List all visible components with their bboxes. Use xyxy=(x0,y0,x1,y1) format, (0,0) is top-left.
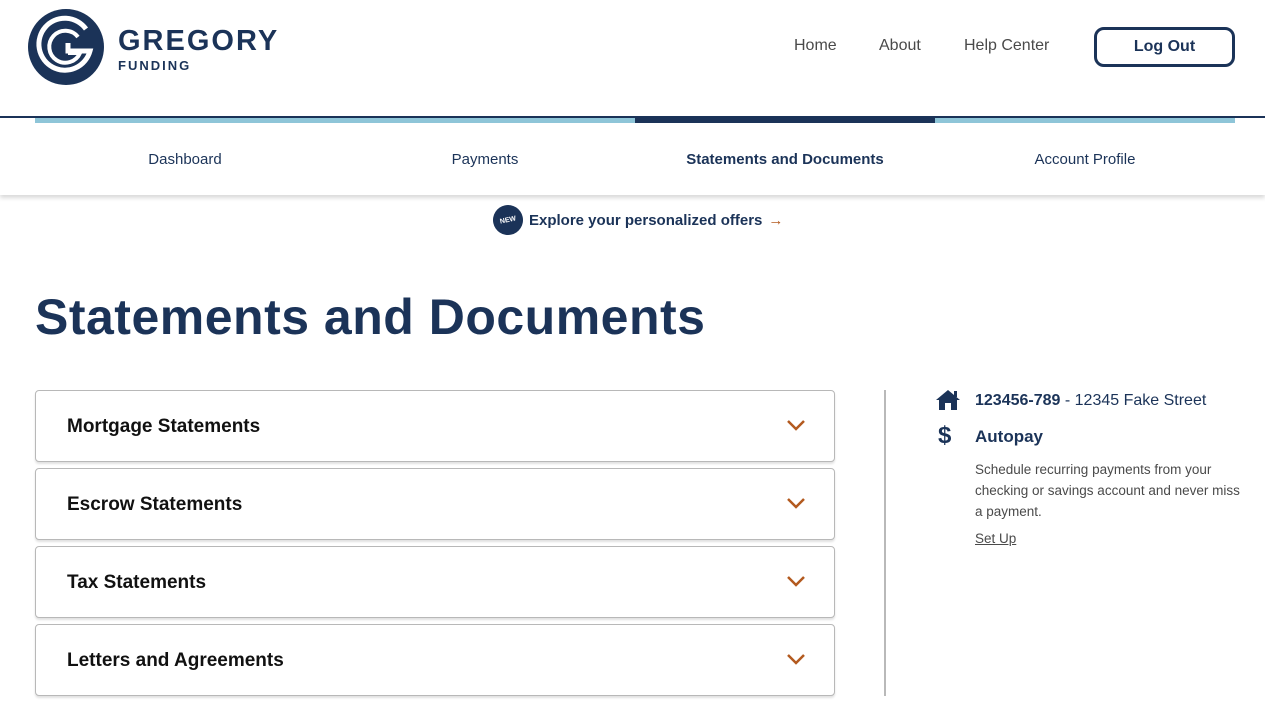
nav-help-center-link[interactable]: Help Center xyxy=(964,36,1049,56)
personalized-offers-link[interactable]: NEW Explore your personalized offers → xyxy=(490,202,784,238)
accordion-label: Tax Statements xyxy=(67,572,207,593)
accordion-letters-and-agreements[interactable]: Letters and Agreements xyxy=(35,624,835,696)
arrow-right-icon: → xyxy=(768,211,784,229)
log-out-button[interactable]: Log Out xyxy=(1094,27,1235,67)
property-address: 12345 Fake Street xyxy=(1074,392,1207,409)
property-row xyxy=(935,389,961,411)
accordion-label: Letters and Agreements xyxy=(67,650,284,671)
site-header: GREGORY FUNDING Home About Help Center L… xyxy=(0,0,1265,118)
tab-dashboard[interactable]: Dashboard xyxy=(35,118,335,195)
loan-info: 123456-789 - 12345 Fake Street xyxy=(975,391,1206,411)
tab-account-profile[interactable]: Account Profile xyxy=(935,118,1235,195)
accordion-mortgage-statements[interactable]: Mortgage Statements xyxy=(35,390,835,462)
accordion-tax-statements[interactable]: Tax Statements xyxy=(35,546,835,618)
chevron-down-icon xyxy=(787,576,805,587)
accordion-escrow-statements[interactable]: Escrow Statements xyxy=(35,468,835,540)
chevron-down-icon xyxy=(787,654,805,665)
top-navigation: Home About Help Center xyxy=(0,36,1265,56)
nav-home-link[interactable]: Home xyxy=(794,36,837,56)
main-tab-bar: Dashboard Payments Statements and Docume… xyxy=(0,118,1265,195)
nav-about-link[interactable]: About xyxy=(879,36,921,56)
dollar-icon: $ xyxy=(938,422,952,449)
accordion-label: Mortgage Statements xyxy=(67,416,261,437)
new-badge: NEW xyxy=(490,202,526,238)
accordion-label: Escrow Statements xyxy=(67,494,243,515)
autopay-set-up-link[interactable]: Set Up xyxy=(975,530,1016,548)
vertical-divider xyxy=(884,390,886,696)
logo-subtitle: FUNDING xyxy=(118,57,192,73)
home-icon xyxy=(936,390,960,410)
loan-number: 123456-789 xyxy=(975,392,1061,409)
tab-payments[interactable]: Payments xyxy=(335,118,635,195)
chevron-down-icon xyxy=(787,498,805,509)
tab-statements-and-documents[interactable]: Statements and Documents xyxy=(635,118,935,195)
page-title: Statements and Documents xyxy=(35,289,706,345)
offers-text: Explore your personalized offers xyxy=(529,211,763,229)
chevron-down-icon xyxy=(787,420,805,431)
autopay-title: Autopay xyxy=(975,427,1043,446)
autopay-description: Schedule recurring payments from your ch… xyxy=(975,462,1240,519)
loan-separator: - xyxy=(1060,392,1075,409)
